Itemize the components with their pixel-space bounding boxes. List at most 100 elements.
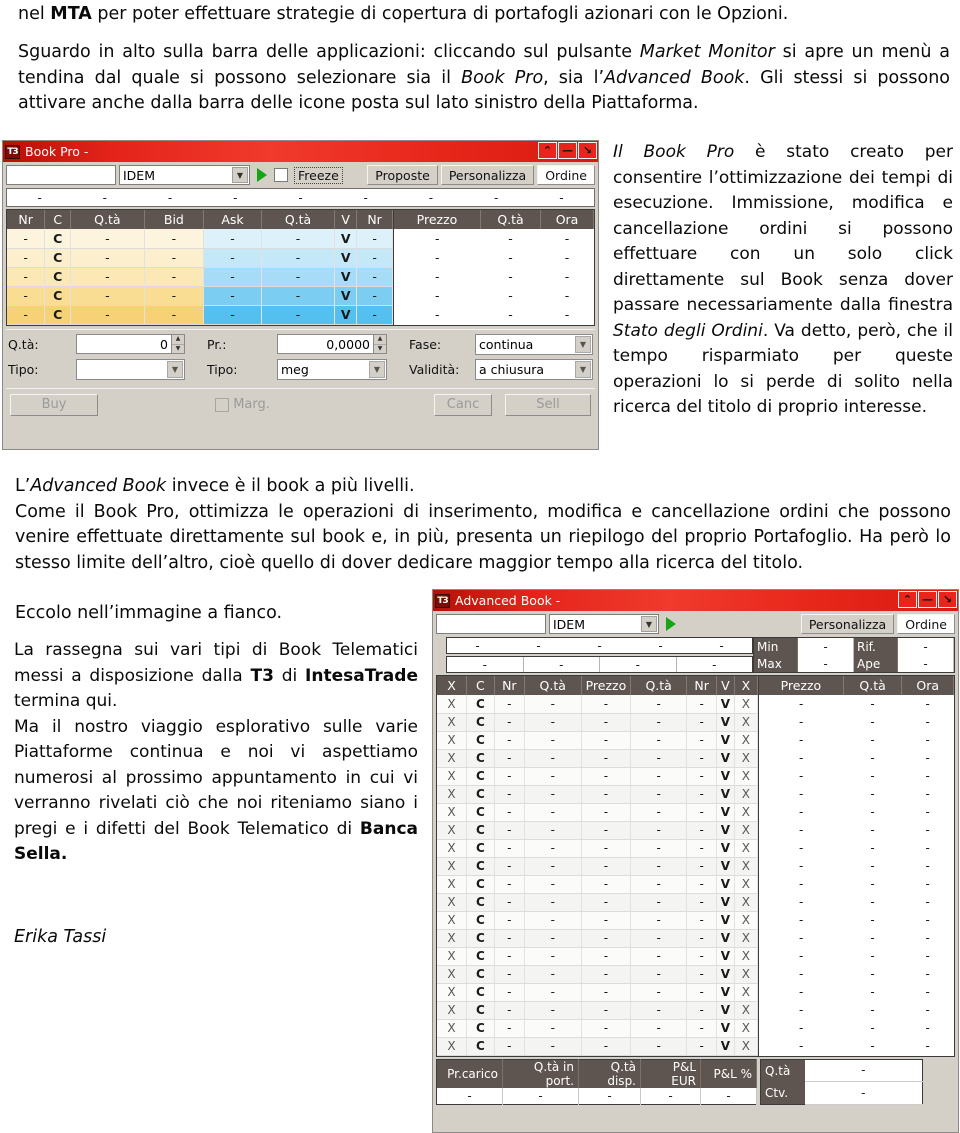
cell-x-right[interactable]: X [734,731,759,750]
cell-nr[interactable]: - [7,248,46,268]
cell-x-right[interactable]: X [734,767,759,786]
cell-ora[interactable]: - [901,695,954,713]
cell-prezzo[interactable]: - [759,1019,844,1037]
cell-prezzo[interactable]: - [581,929,632,948]
cell-c[interactable]: C [44,286,72,306]
cell-nr-right[interactable]: - [686,875,718,894]
table-row[interactable]: -C----V- [7,248,393,268]
cell-ora[interactable]: - [901,929,954,947]
cell-qta-left[interactable]: - [524,821,582,840]
table-row[interactable]: XC-----VX [437,731,759,750]
chevron-down-icon[interactable]: ▼ [369,360,385,378]
cell-c[interactable]: C [44,248,72,268]
tipo1-select[interactable]: ▼ [76,358,185,380]
book-pro-window[interactable]: T3 Book Pro - ⌃ — ↘ IDEM ▼ Freeze Propos… [2,140,599,450]
cell-prezzo[interactable]: - [581,803,632,822]
table-row[interactable]: --- [759,767,954,785]
cell-x-left[interactable]: X [437,857,468,876]
validita-select[interactable]: a chiusura ▼ [475,358,593,380]
cell-x-left[interactable]: X [437,731,468,750]
cell-c[interactable]: C [466,929,495,948]
cell-x-right[interactable]: X [734,857,759,876]
book-pro-action-bar[interactable]: Buy Marg. Canc Sell [6,387,595,420]
cell-bid[interactable]: - [144,267,205,287]
personalizza-button[interactable]: Personalizza [800,614,895,634]
cell-nr[interactable]: - [7,286,46,306]
cell-qta[interactable]: - [843,695,902,713]
book-pro-titlebar[interactable]: T3 Book Pro - ⌃ — ↘ [3,141,598,162]
cell-c[interactable]: C [466,911,495,930]
table-row[interactable]: --- [759,911,954,929]
cell-prezzo[interactable]: - [581,1019,632,1038]
minimize-icon[interactable]: — [558,142,577,159]
cell-nr-right[interactable]: - [686,695,718,714]
market-select[interactable]: IDEM ▼ [119,165,250,185]
cell-qta-ask[interactable]: - [261,305,336,325]
cell-qta-right[interactable]: - [630,839,688,858]
cell-nr-right[interactable]: - [686,983,718,1002]
cell-qta[interactable]: - [843,875,902,893]
cell-c[interactable]: C [44,229,72,249]
cell-ora[interactable]: - [901,731,954,749]
cell-ora[interactable]: - [901,983,954,1001]
minimize-icon[interactable]: — [918,591,937,608]
table-row[interactable]: --- [759,983,954,1001]
cell-ora[interactable]: - [540,286,594,305]
stepper-down-icon[interactable]: ▼ [172,344,184,353]
advanced-book-left-table[interactable]: X C Nr Q.tà Prezzo Q.tà Nr V X XC-----VX… [437,676,759,1056]
table-row[interactable]: XC-----VX [437,695,759,714]
table-row[interactable]: --- [759,875,954,893]
cell-qta[interactable]: - [843,713,902,731]
table-row[interactable]: XC-----VX [437,1037,759,1056]
table-row[interactable]: XC-----VX [437,1019,759,1038]
cell-qta-right[interactable]: - [630,929,688,948]
ordine-button[interactable]: Ordine [537,165,595,185]
cell-prezzo[interactable]: - [759,695,844,713]
cell-v[interactable]: V [716,911,735,930]
cell-qta[interactable]: - [480,229,541,248]
cell-qta[interactable]: - [843,983,902,1001]
cell-qta-left[interactable]: - [524,695,582,714]
cell-v[interactable]: V [716,821,735,840]
cell-prezzo[interactable]: - [759,713,844,731]
cell-v[interactable]: V [716,749,735,768]
cell-nr-left[interactable]: - [494,695,525,714]
cell-prezzo[interactable]: - [581,767,632,786]
table-row[interactable]: XC-----VX [437,983,759,1002]
canc-button[interactable]: Canc [434,393,492,416]
cell-qta-left[interactable]: - [524,767,582,786]
table-row[interactable]: -C----V- [7,305,393,325]
table-row[interactable]: --- [759,731,954,749]
cell-nr-left[interactable]: - [494,713,525,732]
cell-x-right[interactable]: X [734,1001,759,1020]
cell-prezzo[interactable]: - [581,1001,632,1020]
cell-prezzo[interactable]: - [581,749,632,768]
cell-x-right[interactable]: X [734,821,759,840]
cell-v[interactable]: V [334,286,358,306]
table-row[interactable]: XC-----VX [437,785,759,804]
cell-qta-left[interactable]: - [524,713,582,732]
cell-qta-right[interactable]: - [630,875,688,894]
cell-qta-left[interactable]: - [524,875,582,894]
cell-v[interactable]: V [334,267,358,287]
cell-qta[interactable]: - [843,1037,902,1055]
cell-qta[interactable]: - [480,286,541,305]
resize-icon[interactable]: ↘ [938,591,957,608]
cell-ora[interactable]: - [540,267,594,286]
cell-nr-left[interactable]: - [494,893,525,912]
cell-c[interactable]: C [466,965,495,984]
cell-v[interactable]: V [716,1019,735,1038]
cell-x-left[interactable]: X [437,803,468,822]
table-row[interactable]: XC-----VX [437,947,759,966]
chevron-down-icon[interactable]: ▼ [167,360,183,378]
cell-prezzo[interactable]: - [759,803,844,821]
cell-nr-left[interactable]: - [494,875,525,894]
cell-nr2[interactable]: - [356,305,393,325]
cell-x-right[interactable]: X [734,1019,759,1038]
cell-x-left[interactable]: X [437,947,468,966]
play-icon[interactable] [666,617,676,631]
cell-x-left[interactable]: X [437,785,468,804]
cell-qta-left[interactable]: - [524,947,582,966]
cell-qta[interactable]: - [843,785,902,803]
cell-x-left[interactable]: X [437,965,468,984]
